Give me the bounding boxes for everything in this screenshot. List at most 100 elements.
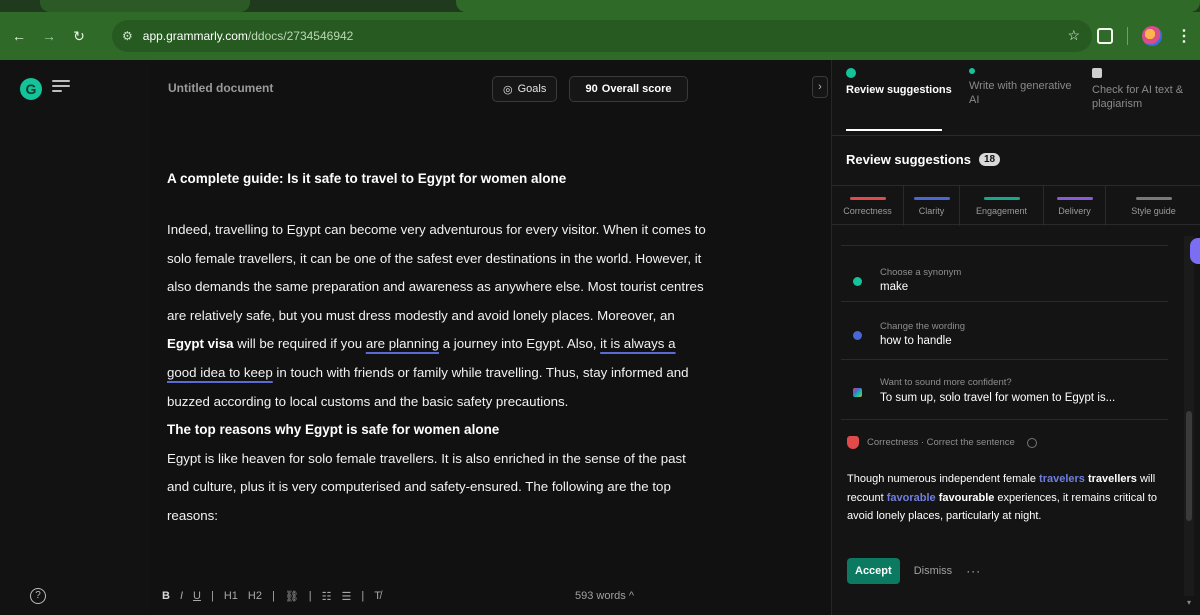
tab-label: Review suggestions <box>846 84 952 96</box>
site-settings-icon[interactable]: ⚙ <box>122 29 133 43</box>
address-bar[interactable]: ⚙ app.grammarly.com/ddocs/2734546942 ☆ <box>112 20 1092 52</box>
review-title: Review suggestions <box>846 152 971 167</box>
suggestion-value: To sum up, solo travel for women to Egyp… <box>880 392 1116 404</box>
toolbar-divider: | <box>308 590 312 602</box>
category-label: Clarity <box>918 205 945 216</box>
goals-button[interactable]: ◎ Goals <box>492 76 558 102</box>
word-count-label: 593 words <box>575 590 626 602</box>
tab-review-suggestions[interactable]: Review suggestions <box>832 60 955 135</box>
category-style-guide[interactable]: Style guide <box>1106 186 1200 226</box>
url-path: /ddocs/2734546942 <box>247 29 354 43</box>
paragraph-1: Indeed, travelling to Egypt can become v… <box>167 216 707 416</box>
toolbar-divider: | <box>210 590 214 602</box>
dismiss-button[interactable]: Dismiss <box>914 565 953 577</box>
correctness-bar <box>849 196 886 200</box>
url-host: app.grammarly.com <box>142 29 248 43</box>
document-check-icon <box>1092 68 1102 78</box>
bold-button[interactable]: B <box>162 590 170 603</box>
italic-button[interactable]: I <box>180 590 183 603</box>
menu-icon[interactable] <box>52 80 70 98</box>
p1-text-c: will be required if you <box>233 336 366 352</box>
p1-text-e: a journey into Egypt. Also, <box>439 336 601 352</box>
tone-icon <box>853 388 862 397</box>
suggestion-count-badge: 18 <box>978 153 1001 166</box>
assistant-panel: Review suggestions Write with generative… <box>831 60 1200 615</box>
card-replacement-word: travellers <box>1087 473 1137 485</box>
panel-scrollbar[interactable] <box>1184 236 1194 596</box>
suggestion-card[interactable]: Choose a synonym make <box>841 245 1168 301</box>
document-subheading: The top reasons why Egypt is safe for wo… <box>167 422 500 438</box>
chevron-up-icon: ^ <box>628 590 634 602</box>
card-original-word: travelers <box>1039 473 1085 485</box>
toolbar-divider <box>1127 27 1128 45</box>
suggestion-card[interactable]: Change the wording how to handle <box>841 301 1168 359</box>
back-icon[interactable]: ← <box>8 25 30 47</box>
suggestion-value: how to handle <box>880 335 952 347</box>
more-options-icon[interactable]: ··· <box>966 564 981 578</box>
document-editor[interactable]: A complete guide: Is it safe to travel t… <box>167 165 707 577</box>
clear-format-icon[interactable]: T̸ <box>374 590 381 603</box>
p1-bold-term: Egypt visa <box>167 336 234 352</box>
suggestion-label: Want to sound more confident? <box>880 377 1012 388</box>
toolbar-divider: | <box>361 590 365 602</box>
help-icon[interactable]: ? <box>30 588 46 604</box>
document-title[interactable]: Untitled document <box>168 81 273 95</box>
heading2-button[interactable]: H2 <box>248 590 262 603</box>
forward-icon[interactable]: → <box>38 25 60 47</box>
engagement-bar <box>983 196 1020 200</box>
category-label: Correctness <box>843 205 892 216</box>
suggestion-label: Choose a synonym <box>880 267 962 278</box>
card-original-word: favorable <box>886 491 936 504</box>
category-delivery[interactable]: Delivery <box>1044 186 1106 226</box>
suggestion-card[interactable]: Want to sound more confident? To sum up,… <box>841 359 1168 419</box>
goals-label: Goals <box>517 83 547 95</box>
card-actions: Accept Dismiss ··· <box>847 558 981 584</box>
assistant-bubble-icon[interactable] <box>1190 238 1200 264</box>
p1-text-a: Indeed, travelling to Egypt can become v… <box>167 222 706 323</box>
category-label: Style guide <box>1131 205 1176 216</box>
browser-tab-active[interactable] <box>456 0 1200 12</box>
overall-score-button[interactable]: 90 Overall score <box>569 76 688 102</box>
scrollbar-thumb[interactable] <box>1186 411 1192 521</box>
bookmark-star-icon[interactable]: ☆ <box>1067 27 1080 44</box>
browser-toolbar: ← → ↻ ⚙ app.grammarly.com/ddocs/27345469… <box>0 12 1200 60</box>
grammarly-app: G ? Untitled document ◎ Goals 90 Overall… <box>0 60 1200 615</box>
collapse-panel-icon[interactable]: › <box>812 76 828 98</box>
correctness-shield-icon <box>847 436 859 449</box>
formatting-toolbar: B I U | H1 H2 | ⛓ | ☷ ☰ | T̸ <box>162 590 381 603</box>
clarity-dot-icon <box>853 331 862 340</box>
browser-tab[interactable] <box>40 0 250 12</box>
link-icon[interactable]: ⛓ <box>285 590 299 603</box>
category-engagement[interactable]: Engagement <box>960 186 1044 226</box>
heading1-button[interactable]: H1 <box>224 590 238 603</box>
expanded-card-text: Though numerous independent female trave… <box>847 470 1162 526</box>
card-replacement-word: favourable <box>938 491 995 504</box>
extensions-icon[interactable] <box>1097 28 1113 44</box>
category-correctness[interactable]: Correctness <box>832 186 904 226</box>
scroll-down-icon[interactable]: ▾ <box>1184 598 1194 608</box>
tab-label: Write with generative AI <box>969 80 1072 106</box>
accept-button[interactable]: Accept <box>847 558 900 584</box>
browser-menu-icon[interactable]: ⋮ <box>1176 26 1192 46</box>
grammarly-logo-icon[interactable]: G <box>20 78 42 100</box>
ordered-list-icon[interactable]: ☷ <box>322 590 332 603</box>
suggestion-divider <box>841 419 1168 420</box>
engagement-dot-icon <box>853 277 862 286</box>
word-count[interactable]: 593 words ^ <box>575 590 634 602</box>
profile-avatar[interactable] <box>1142 26 1162 46</box>
tab-strip <box>0 0 1200 12</box>
panel-tabs: Review suggestions Write with generative… <box>832 60 1200 135</box>
reload-icon[interactable]: ↻ <box>68 25 90 47</box>
score-value: 90 <box>585 83 598 95</box>
category-clarity[interactable]: Clarity <box>904 186 960 226</box>
info-icon[interactable] <box>1026 437 1037 448</box>
bullet-list-icon[interactable]: ☰ <box>342 590 352 603</box>
delivery-bar <box>1056 196 1093 200</box>
underline-button[interactable]: U <box>193 590 201 603</box>
tab-ai-plagiarism[interactable]: Check for AI text & plagiarism <box>1078 60 1200 135</box>
document-heading: A complete guide: Is it safe to travel t… <box>167 171 567 186</box>
tab-generative-ai[interactable]: Write with generative AI <box>955 60 1078 135</box>
style-guide-bar <box>1135 196 1172 200</box>
underlined-suggestion-1[interactable]: are planning <box>366 336 439 351</box>
card-text-1: Though numerous independent female <box>847 473 1040 485</box>
